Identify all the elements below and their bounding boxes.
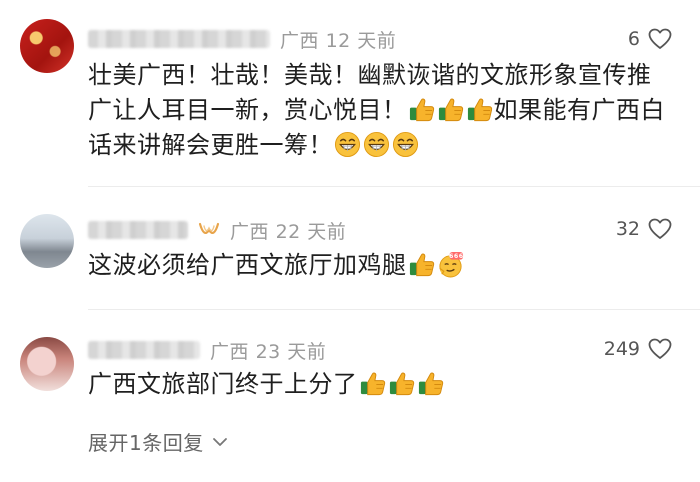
thumbs-up-emoji — [417, 370, 444, 397]
vip-badge-icon — [198, 220, 220, 240]
thumbs-up-emoji — [466, 96, 493, 123]
comment-item: 广西 23 天前 249 广西文旅部门终于上分了 展开1条回复 — [0, 315, 700, 482]
heart-icon — [648, 218, 672, 240]
divider — [88, 186, 700, 187]
thumbs-up-emoji — [388, 370, 415, 397]
heart-icon — [648, 28, 672, 50]
avatar[interactable] — [20, 214, 74, 268]
comment-meta: 广西 12 天前 — [88, 26, 396, 52]
comment-region: 广西 12 天前 — [280, 29, 397, 52]
avatar[interactable] — [20, 337, 74, 391]
grinning-emoji — [334, 131, 361, 158]
comment-text: 广西文旅部门终于上分了 — [88, 367, 668, 402]
username-blurred[interactable] — [88, 221, 188, 239]
heart-icon — [648, 338, 672, 360]
expand-replies-button[interactable]: 展开1条回复 — [88, 427, 228, 456]
comment-time: 12 天前 — [325, 29, 397, 52]
comment-item: 广西 12 天前 6 壮美广西！壮哉！美哉！幽默诙谐的文旅形象宣传推广让人耳目一… — [0, 0, 700, 190]
666-emoji — [437, 251, 464, 278]
grinning-emoji — [363, 131, 390, 158]
avatar[interactable] — [20, 19, 74, 73]
like-button[interactable]: 249 — [604, 338, 672, 360]
comment-item: 广西 22 天前 32 这波必须给广西文旅厅加鸡腿 — [0, 190, 700, 315]
username-blurred[interactable] — [88, 341, 200, 359]
comment-region: 广西 23 天前 — [210, 340, 327, 363]
like-count: 6 — [627, 28, 640, 50]
comment-time: 23 天前 — [255, 340, 327, 363]
like-count: 32 — [615, 218, 640, 240]
like-button[interactable]: 32 — [616, 218, 672, 240]
like-count: 249 — [603, 338, 640, 360]
thumbs-up-emoji — [437, 96, 464, 123]
divider — [88, 309, 700, 310]
expand-replies-label: 展开1条回复 — [88, 431, 204, 455]
username-blurred[interactable] — [88, 30, 270, 48]
thumbs-up-emoji — [359, 370, 386, 397]
comment-text: 壮美广西！壮哉！美哉！幽默诙谐的文旅形象宣传推广让人耳目一新，赏心悦目！ 如果能有… — [88, 61, 665, 159]
thumbs-up-emoji — [408, 96, 435, 123]
comment-meta: 广西 22 天前 — [88, 217, 346, 243]
thumbs-up-emoji — [408, 251, 435, 278]
comment-region: 广西 22 天前 — [230, 220, 347, 243]
grinning-emoji — [392, 131, 419, 158]
chevron-down-icon — [212, 436, 228, 448]
like-button[interactable]: 6 — [628, 28, 672, 50]
comment-text: 这波必须给广西文旅厅加鸡腿 — [88, 248, 668, 283]
comment-meta: 广西 23 天前 — [88, 337, 326, 363]
comment-time: 22 天前 — [275, 220, 347, 243]
